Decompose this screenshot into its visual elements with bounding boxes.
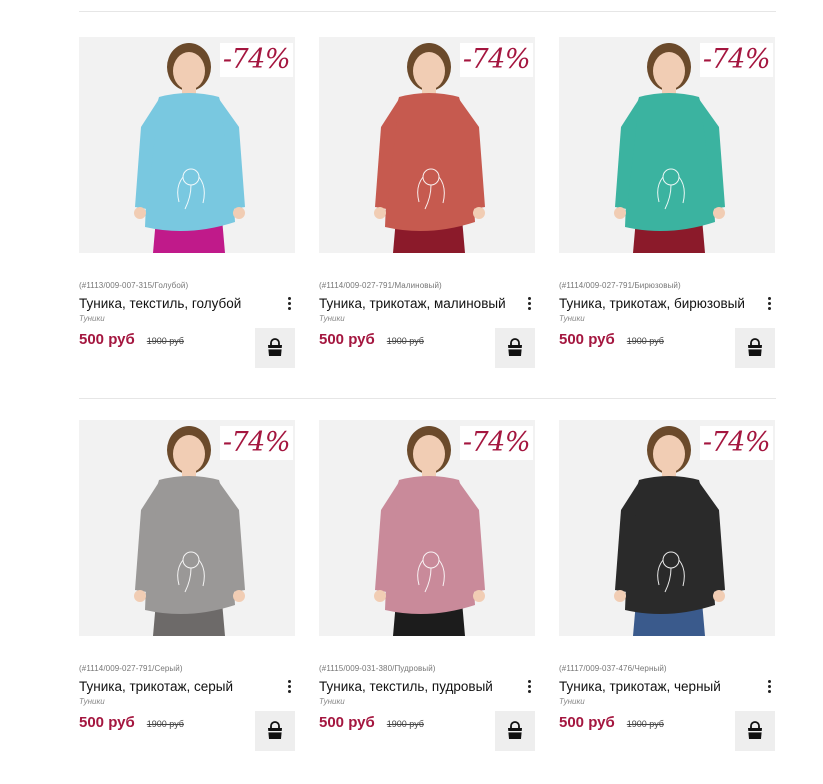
prices: 500 руб 1900 руб xyxy=(559,714,664,731)
product-card: -74% (#1115/009-031-380/Пудровый) Туника… xyxy=(319,420,535,751)
current-price: 500 руб xyxy=(559,714,615,731)
product-card: -74% (#1113/009-007-315/Голубой) Туника,… xyxy=(79,37,295,368)
add-to-cart-button[interactable] xyxy=(735,328,775,368)
price-row: 500 руб 1900 руб xyxy=(319,711,535,751)
shopping-bag-icon xyxy=(268,721,282,739)
more-vertical-icon[interactable] xyxy=(283,294,295,312)
more-vertical-icon[interactable] xyxy=(763,294,775,312)
product-image[interactable]: -74% xyxy=(319,420,535,636)
discount-badge: -74% xyxy=(459,43,533,77)
discount-badge: -74% xyxy=(699,426,773,460)
product-card: -74% (#1114/009-027-791/Серый) Туника, т… xyxy=(79,420,295,751)
product-title[interactable]: Туника, текстиль, голубой xyxy=(79,296,241,311)
product-category[interactable]: Туники xyxy=(319,697,535,706)
old-price: 1900 руб xyxy=(146,336,184,346)
prices: 500 руб 1900 руб xyxy=(319,714,424,731)
title-row: Туника, трикотаж, малиновый xyxy=(319,294,535,312)
product-sku: (#1117/009-037-476/Черный) xyxy=(559,664,667,673)
shopping-bag-icon xyxy=(508,721,522,739)
more-vertical-icon[interactable] xyxy=(523,677,535,695)
discount-badge: -74% xyxy=(459,426,533,460)
product-image[interactable]: -74% xyxy=(79,420,295,636)
old-price: 1900 руб xyxy=(626,719,664,729)
old-price: 1900 руб xyxy=(386,719,424,729)
price-row: 500 руб 1900 руб xyxy=(79,328,295,368)
discount-badge: -74% xyxy=(219,43,293,77)
add-to-cart-button[interactable] xyxy=(495,328,535,368)
product-row: -74% (#1114/009-027-791/Серый) Туника, т… xyxy=(79,420,776,751)
shopping-bag-icon xyxy=(748,338,762,356)
price-row: 500 руб 1900 руб xyxy=(559,711,775,751)
product-title[interactable]: Туника, трикотаж, черный xyxy=(559,679,721,694)
add-to-cart-button[interactable] xyxy=(735,711,775,751)
product-title[interactable]: Туника, трикотаж, малиновый xyxy=(319,296,506,311)
old-price: 1900 руб xyxy=(146,719,184,729)
price-row: 500 руб 1900 руб xyxy=(319,328,535,368)
prices: 500 руб 1900 руб xyxy=(79,331,184,348)
title-row: Туника, трикотаж, серый xyxy=(79,677,295,695)
product-sku: (#1115/009-031-380/Пудровый) xyxy=(319,664,436,673)
product-title[interactable]: Туника, трикотаж, бирюзовый xyxy=(559,296,745,311)
prices: 500 руб 1900 руб xyxy=(319,331,424,348)
product-image[interactable]: -74% xyxy=(559,420,775,636)
product-sku: (#1114/009-027-791/Серый) xyxy=(79,664,183,673)
title-row: Туника, трикотаж, черный xyxy=(559,677,775,695)
product-category[interactable]: Туники xyxy=(559,314,775,323)
more-vertical-icon[interactable] xyxy=(283,677,295,695)
product-category[interactable]: Туники xyxy=(559,697,775,706)
shopping-bag-icon xyxy=(268,338,282,356)
product-image[interactable]: -74% xyxy=(319,37,535,253)
prices: 500 руб 1900 руб xyxy=(559,331,664,348)
old-price: 1900 руб xyxy=(626,336,664,346)
product-row: -74% (#1113/009-007-315/Голубой) Туника,… xyxy=(79,37,776,368)
add-to-cart-button[interactable] xyxy=(255,711,295,751)
discount-badge: -74% xyxy=(219,426,293,460)
current-price: 500 руб xyxy=(79,714,135,731)
top-divider xyxy=(79,11,776,12)
product-card: -74% (#1114/009-027-791/Бирюзовый) Туник… xyxy=(559,37,775,368)
current-price: 500 руб xyxy=(559,331,615,348)
product-sku: (#1113/009-007-315/Голубой) xyxy=(79,281,189,290)
product-grid: -74% (#1113/009-007-315/Голубой) Туника,… xyxy=(79,37,776,751)
product-category[interactable]: Туники xyxy=(79,314,295,323)
product-title[interactable]: Туника, текстиль, пудровый xyxy=(319,679,493,694)
prices: 500 руб 1900 руб xyxy=(79,714,184,731)
shopping-bag-icon xyxy=(748,721,762,739)
price-row: 500 руб 1900 руб xyxy=(559,328,775,368)
product-card: -74% (#1117/009-037-476/Черный) Туника, … xyxy=(559,420,775,751)
price-row: 500 руб 1900 руб xyxy=(79,711,295,751)
more-vertical-icon[interactable] xyxy=(523,294,535,312)
product-sku: (#1114/009-027-791/Малиновый) xyxy=(319,281,442,290)
discount-badge: -74% xyxy=(699,43,773,77)
product-image[interactable]: -74% xyxy=(559,37,775,253)
product-title[interactable]: Туника, трикотаж, серый xyxy=(79,679,233,694)
title-row: Туника, текстиль, голубой xyxy=(79,294,295,312)
current-price: 500 руб xyxy=(79,331,135,348)
title-row: Туника, трикотаж, бирюзовый xyxy=(559,294,775,312)
product-sku: (#1114/009-027-791/Бирюзовый) xyxy=(559,281,681,290)
product-image[interactable]: -74% xyxy=(79,37,295,253)
add-to-cart-button[interactable] xyxy=(255,328,295,368)
product-category[interactable]: Туники xyxy=(79,697,295,706)
title-row: Туника, текстиль, пудровый xyxy=(319,677,535,695)
old-price: 1900 руб xyxy=(386,336,424,346)
add-to-cart-button[interactable] xyxy=(495,711,535,751)
product-card: -74% (#1114/009-027-791/Малиновый) Туник… xyxy=(319,37,535,368)
product-category[interactable]: Туники xyxy=(319,314,535,323)
current-price: 500 руб xyxy=(319,331,375,348)
more-vertical-icon[interactable] xyxy=(763,677,775,695)
shopping-bag-icon xyxy=(508,338,522,356)
current-price: 500 руб xyxy=(319,714,375,731)
